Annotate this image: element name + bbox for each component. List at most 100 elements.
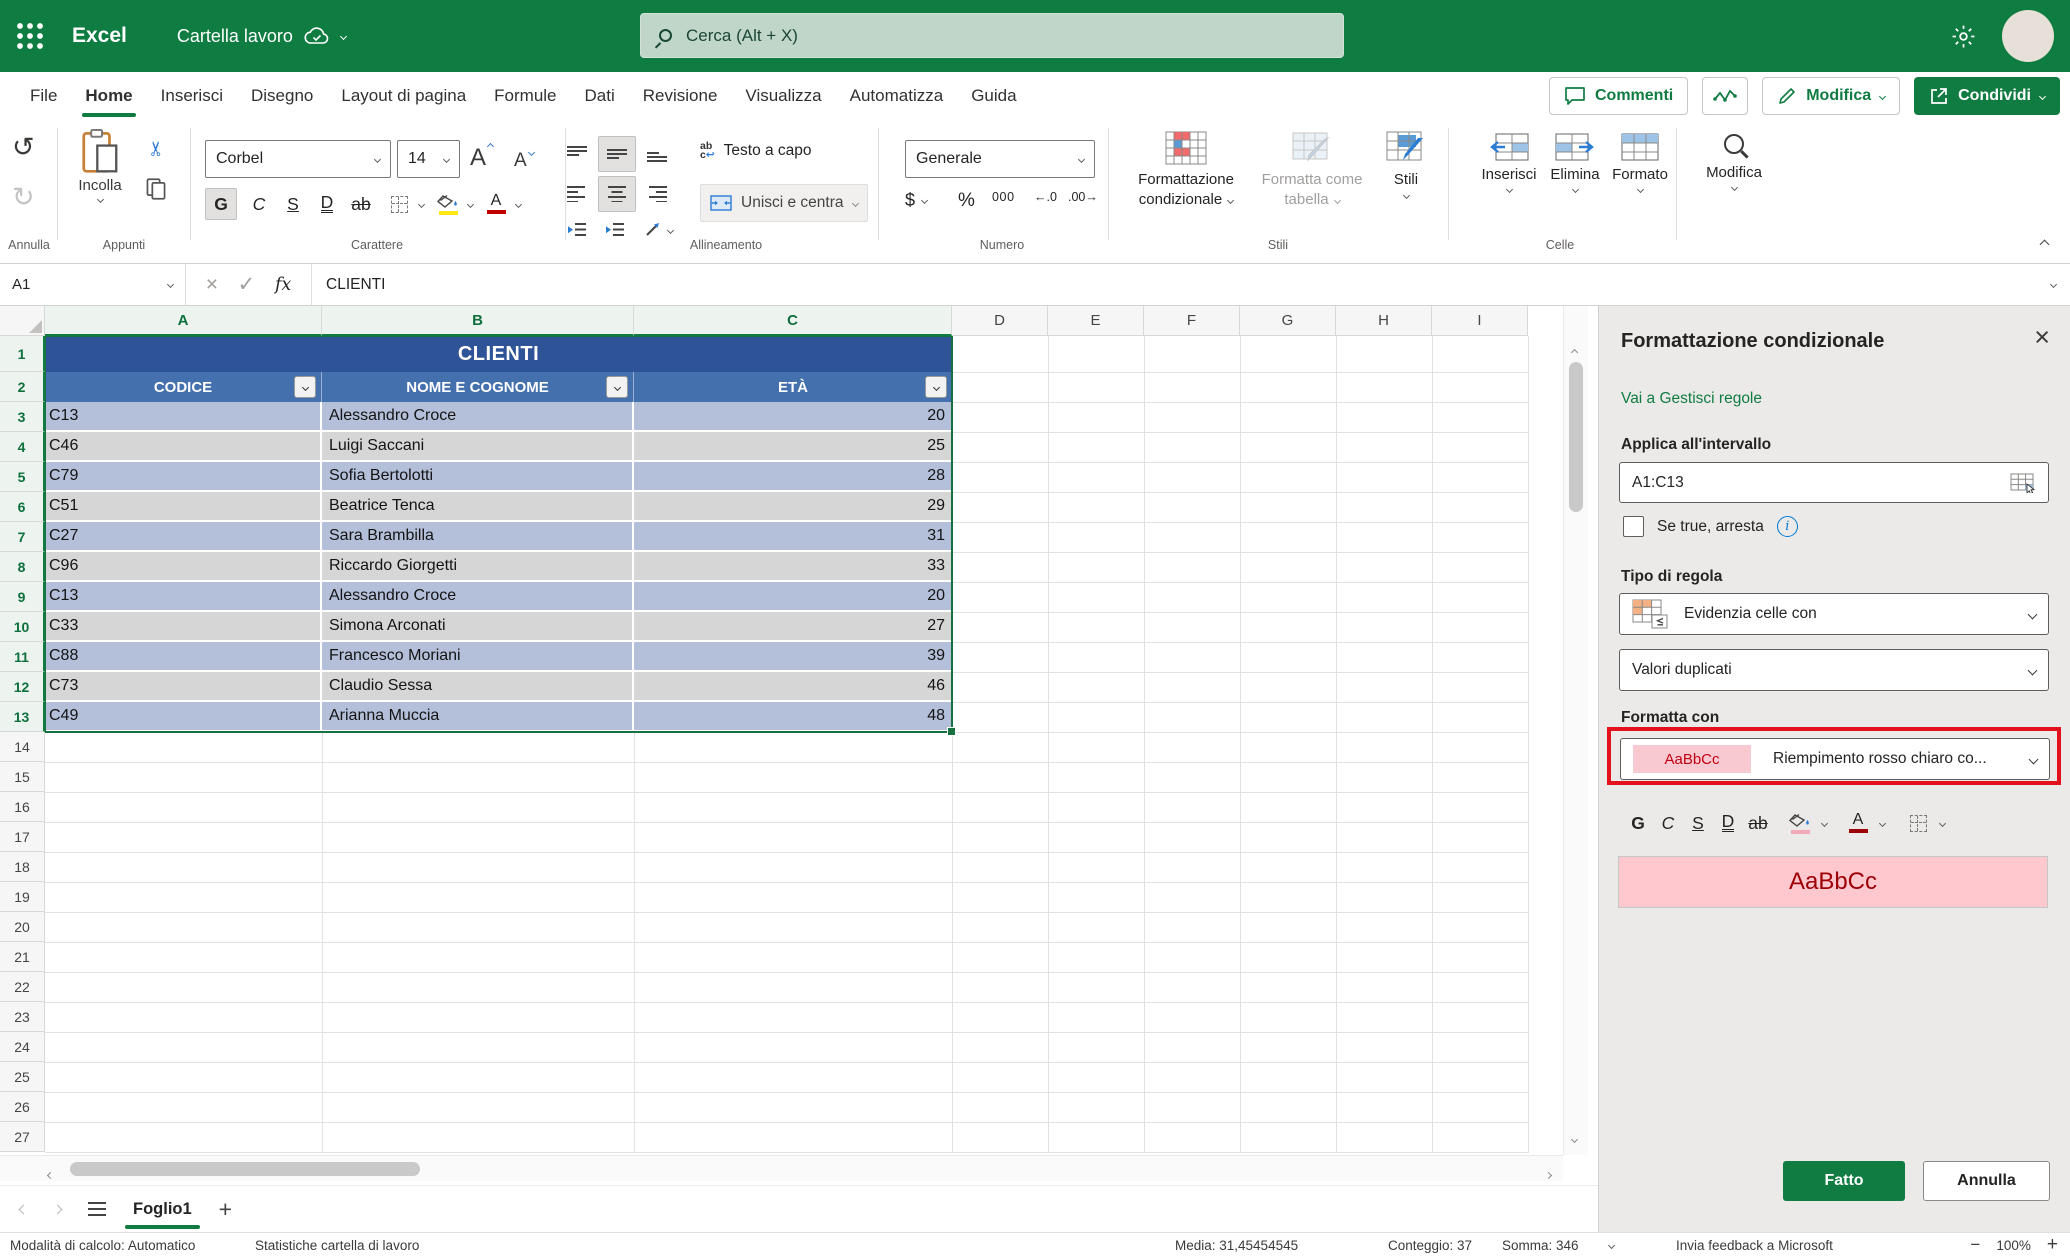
decrease-indent-button[interactable] [558, 216, 596, 244]
title-chevron-down-icon[interactable] [340, 32, 347, 39]
italic-button[interactable]: C [243, 188, 275, 220]
collapse-ribbon-button[interactable] [2041, 235, 2048, 253]
find-select-button[interactable]: Modifica [1694, 134, 1774, 190]
format-cells-button[interactable]: Formato [1610, 132, 1670, 192]
row-header[interactable]: 15 [0, 762, 45, 792]
share-button[interactable]: Condividi [1914, 77, 2060, 115]
cell-codice[interactable]: C79 [45, 462, 322, 490]
cell-nome[interactable]: Sara Brambilla [322, 522, 634, 550]
insert-cells-button[interactable]: Inserisci [1478, 132, 1540, 192]
panel-font-color-chevron-icon[interactable] [1873, 821, 1891, 826]
currency-format-button[interactable]: $ [905, 190, 927, 211]
status-media[interactable]: Media: 31,45454545 [1175, 1233, 1298, 1257]
panel-italic-button[interactable]: C [1653, 813, 1683, 834]
cell-nome[interactable]: Beatrice Tenca [322, 492, 634, 520]
row-header[interactable]: 5 [0, 462, 45, 492]
cell-eta[interactable]: 31 [634, 522, 952, 550]
panel-font-color-button[interactable]: A [1843, 813, 1873, 833]
panel-strikethrough-button[interactable]: ab [1743, 813, 1773, 834]
sparkline-button[interactable] [1702, 77, 1748, 115]
tab-revisione[interactable]: Revisione [629, 72, 732, 120]
column-header[interactable]: H [1336, 306, 1432, 336]
cell-codice[interactable]: C96 [45, 552, 322, 580]
delete-cells-button[interactable]: Elimina [1546, 132, 1604, 192]
column-header[interactable]: G [1240, 306, 1336, 336]
tab-guida[interactable]: Guida [957, 72, 1030, 120]
document-title-text[interactable]: Cartella lavoro [177, 26, 293, 47]
row-header[interactable]: 14 [0, 732, 45, 762]
cell-nome[interactable]: Sofia Bertolotti [322, 462, 634, 490]
shrink-font-button[interactable]: A [514, 150, 534, 172]
editing-mode-button[interactable]: Modifica [1762, 77, 1900, 115]
calc-mode-status[interactable]: Modalità di calcolo: Automatico [10, 1233, 195, 1257]
rule-value-dropdown[interactable]: Valori duplicati [1619, 649, 2049, 691]
column-header[interactable]: A [45, 306, 322, 336]
aggregates-chevron-icon[interactable] [1608, 1241, 1615, 1248]
expand-formula-bar-icon[interactable] [2037, 264, 2070, 305]
cell-nome[interactable]: Arianna Muccia [322, 702, 634, 730]
row-header[interactable]: 18 [0, 852, 45, 882]
tab-layout-di-pagina[interactable]: Layout di pagina [327, 72, 480, 120]
name-box[interactable]: A1 [0, 264, 186, 305]
row-header[interactable]: 12 [0, 672, 45, 702]
column-header[interactable]: B [322, 306, 634, 336]
row-header[interactable]: 10 [0, 612, 45, 642]
range-picker-icon[interactable] [2010, 473, 2036, 493]
tab-formule[interactable]: Formule [480, 72, 570, 120]
row-header[interactable]: 1 [0, 336, 45, 372]
column-header[interactable]: F [1144, 306, 1240, 336]
conditional-formatting-button[interactable]: Formattazione condizionale [1122, 130, 1250, 210]
table-header-cell[interactable]: CODICE [45, 372, 322, 402]
tab-inserisci[interactable]: Inserisci [147, 72, 237, 120]
orientation-chevron-icon[interactable] [662, 216, 678, 244]
cell-codice[interactable]: C33 [45, 612, 322, 640]
format-style-dropdown[interactable]: AaBbCc Riempimento rosso chiaro co... [1620, 738, 2050, 780]
column-header[interactable]: D [952, 306, 1048, 336]
zoom-out-button[interactable]: − [1970, 1235, 1980, 1255]
rule-type-dropdown[interactable]: Evidenzia celle con [1619, 593, 2049, 635]
row-header[interactable]: 22 [0, 972, 45, 1002]
cell-eta[interactable]: 27 [634, 612, 952, 640]
cell-styles-button[interactable]: Stili [1372, 130, 1440, 198]
borders-chevron-icon[interactable] [413, 188, 429, 220]
panel-bold-button[interactable]: G [1623, 813, 1653, 834]
cell-codice[interactable]: C49 [45, 702, 322, 730]
fill-color-chevron-icon[interactable] [462, 188, 478, 220]
cancel-button[interactable]: Annulla [1923, 1161, 2050, 1201]
cell-eta[interactable]: 33 [634, 552, 952, 580]
cell-codice[interactable]: C46 [45, 432, 322, 460]
search-input[interactable] [686, 26, 1286, 46]
feedback-link[interactable]: Invia feedback a Microsoft [1676, 1233, 1833, 1257]
paste-button[interactable]: Incolla [62, 128, 138, 238]
tab-disegno[interactable]: Disegno [237, 72, 327, 120]
row-header[interactable]: 21 [0, 942, 45, 972]
percent-format-button[interactable]: % [958, 190, 975, 212]
cell-codice[interactable]: C51 [45, 492, 322, 520]
cut-button[interactable]: ✂ [144, 140, 169, 157]
column-header[interactable]: C [634, 306, 952, 336]
cell-eta[interactable]: 39 [634, 642, 952, 670]
row-header[interactable]: 23 [0, 1002, 45, 1032]
row-header[interactable]: 11 [0, 642, 45, 672]
cell-codice[interactable]: C13 [45, 582, 322, 610]
filter-button[interactable] [606, 376, 628, 398]
row-header[interactable]: 8 [0, 552, 45, 582]
cell-nome[interactable]: Francesco Moriani [322, 642, 634, 670]
zoom-in-button[interactable]: + [2047, 1234, 2058, 1256]
row-header[interactable]: 17 [0, 822, 45, 852]
cell-nome[interactable]: Luigi Saccani [322, 432, 634, 460]
fill-color-button[interactable] [432, 188, 464, 220]
add-sheet-button[interactable]: + [219, 1200, 232, 1218]
sheet-tab-foglio1[interactable]: Foglio1 [133, 1200, 192, 1219]
align-bottom-button[interactable] [638, 136, 676, 172]
vertical-scroll-thumb[interactable] [1569, 362, 1583, 512]
cell-eta[interactable]: 20 [634, 402, 952, 430]
zoom-level[interactable]: 100% [1996, 1238, 2031, 1253]
done-button[interactable]: Fatto [1783, 1161, 1905, 1201]
align-left-button[interactable] [558, 176, 596, 212]
status-somma[interactable]: Somma: 346 [1502, 1233, 1614, 1257]
horizontal-scroll-thumb[interactable] [70, 1162, 420, 1176]
scroll-left-icon[interactable] [48, 1165, 53, 1183]
row-header[interactable]: 20 [0, 912, 45, 942]
formula-content[interactable]: CLIENTI [312, 264, 2037, 305]
